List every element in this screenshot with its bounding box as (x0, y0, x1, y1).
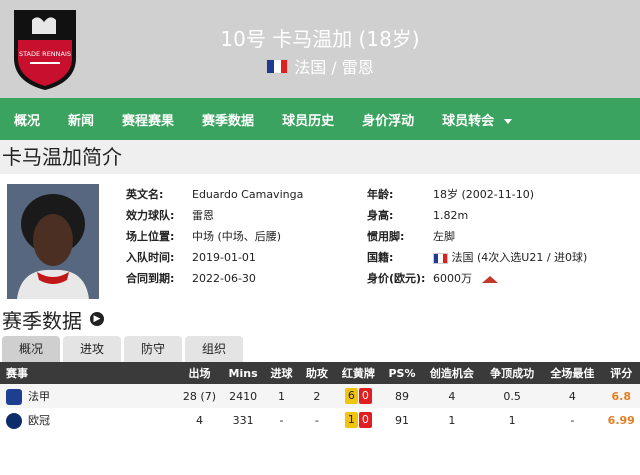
tab-defense[interactable]: 防守 (124, 336, 182, 362)
champions-league-icon (6, 412, 22, 429)
chances-value: 4 (448, 389, 456, 403)
profile-title: 卡马温加简介 (0, 140, 640, 174)
col-apps[interactable]: 出场 (177, 362, 223, 384)
chevron-down-icon (504, 118, 513, 124)
france-flag-icon (433, 252, 448, 264)
arrow-right-circle-icon[interactable]: ▶ (90, 312, 104, 326)
season-stats-table: 赛事 出场 Mins 进球 助攻 红黄牌 PS% 创造机会 争顶成功 全场最佳 … (0, 362, 640, 432)
nav-history[interactable]: 球员历史 (268, 110, 348, 129)
player-header: STADE RENNAIS 10号 卡马温加 (18岁) 法国 / 雷恩 (0, 0, 640, 98)
france-flag-icon (266, 58, 289, 74)
rating-value: 6.99 (607, 413, 635, 427)
season-title: 赛季数据 (2, 308, 82, 333)
player-photo (7, 184, 99, 299)
col-motm[interactable]: 全场最佳 (542, 362, 602, 384)
season-tabs: 概况 进攻 防守 组织 (0, 336, 640, 362)
tab-organization[interactable]: 组织 (185, 336, 243, 362)
col-goals[interactable]: 进球 (264, 362, 299, 384)
info-club: 效力球队: 雷恩 (126, 209, 214, 222)
yellow-card-count: 6 (344, 388, 358, 404)
yellow-card-count: 1 (344, 412, 358, 428)
red-card-count: 0 (358, 388, 372, 404)
info-position: 场上位置: 中场 (中场、后腰) (126, 230, 282, 243)
pass-pct-value: 91 (395, 413, 409, 427)
red-card-count: 0 (358, 412, 372, 428)
main-nav: 概况 新闻 赛程赛果 赛季数据 球员历史 身价浮动 球员转会 (0, 98, 640, 140)
col-rating[interactable]: 评分 (602, 362, 640, 384)
nav-season-stats[interactable]: 赛季数据 (188, 110, 268, 129)
apps-value: 28 (7) (182, 389, 216, 403)
goals-value: - (279, 413, 284, 427)
ligue1-icon (6, 388, 22, 405)
competition-name[interactable]: 欧冠 (28, 414, 50, 427)
chances-value: 1 (448, 413, 456, 427)
assists-value: - (314, 413, 319, 427)
mins-value: 331 (232, 413, 254, 427)
goals-value: 1 (278, 389, 286, 403)
info-contract: 合同到期: 2022-06-30 (126, 272, 256, 285)
col-cards[interactable]: 红黄牌 (334, 362, 382, 384)
nav-value[interactable]: 身价浮动 (348, 110, 428, 129)
nav-news[interactable]: 新闻 (54, 110, 108, 129)
trend-up-icon[interactable] (482, 275, 498, 283)
pass-pct-value: 89 (395, 389, 409, 403)
info-foot: 惯用脚: 左脚 (367, 230, 455, 243)
tab-overview[interactable]: 概况 (2, 336, 60, 362)
tab-attack[interactable]: 进攻 (63, 336, 121, 362)
competition-name[interactable]: 法甲 (28, 390, 50, 403)
col-chances[interactable]: 创造机会 (422, 362, 482, 384)
info-joined: 入队时间: 2019-01-01 (126, 251, 256, 264)
table-row[interactable]: 法甲 28 (7) 2410 1 2 60 89 4 0.5 4 6.8 (0, 384, 640, 408)
col-mins[interactable]: Mins (222, 362, 264, 384)
col-pass-pct[interactable]: PS% (382, 362, 421, 384)
col-aerials[interactable]: 争顶成功 (482, 362, 542, 384)
nav-overview[interactable]: 概况 (0, 110, 54, 129)
nav-transfers[interactable]: 球员转会 (428, 110, 526, 129)
col-assists[interactable]: 助攻 (299, 362, 334, 384)
info-height: 身高: 1.82m (367, 209, 469, 222)
aerials-value: 1 (508, 413, 516, 427)
motm-value: - (570, 413, 575, 427)
info-age: 年龄: 18岁 (2002-11-10) (367, 188, 535, 201)
table-header-row: 赛事 出场 Mins 进球 助攻 红黄牌 PS% 创造机会 争顶成功 全场最佳 … (0, 362, 640, 384)
info-english-name: 英文名: Eduardo Camavinga (126, 188, 304, 201)
mins-value: 2410 (229, 389, 258, 403)
table-row[interactable]: 欧冠 4 331 - - 10 91 1 1 - 6.99 (0, 408, 640, 432)
info-nationality: 国籍: 法国 (4次入选U21 / 进0球) (367, 251, 588, 264)
nationality-club: 法国 / 雷恩 (294, 58, 374, 77)
assists-value: 2 (313, 389, 321, 403)
info-market-value: 身价(欧元): 6000万 (367, 272, 498, 286)
nav-fixtures[interactable]: 赛程赛果 (108, 110, 188, 129)
page-title: 10号 卡马温加 (18岁) (220, 27, 420, 51)
rating-value: 6.8 (611, 389, 631, 403)
col-competition[interactable]: 赛事 (0, 362, 177, 384)
apps-value: 4 (195, 413, 203, 427)
motm-value: 4 (568, 389, 576, 403)
aerials-value: 0.5 (503, 389, 521, 403)
profile-section: 英文名: Eduardo Camavinga 效力球队: 雷恩 场上位置: 中场 (中… (0, 174, 640, 302)
